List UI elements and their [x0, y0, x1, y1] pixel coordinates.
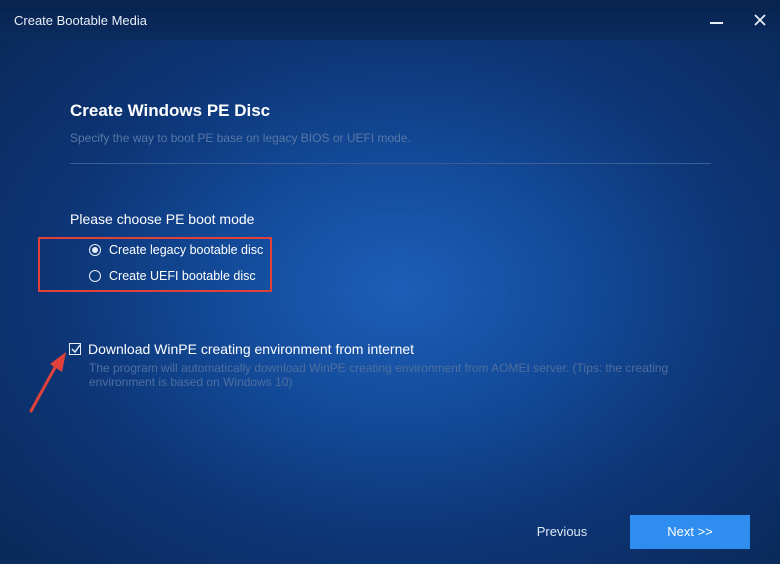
minimize-icon	[710, 22, 723, 24]
window-title: Create Bootable Media	[14, 13, 147, 28]
radio-legacy-bootable[interactable]: Create legacy bootable disc	[89, 243, 263, 257]
title-bar: Create Bootable Media	[0, 0, 780, 40]
boot-mode-label: Please choose PE boot mode	[70, 211, 255, 227]
radio-legacy-label: Create legacy bootable disc	[109, 243, 264, 257]
download-description: The program will automatically download …	[89, 361, 669, 389]
minimize-button[interactable]	[704, 8, 728, 32]
checkbox-checked-icon	[69, 343, 81, 355]
annotation-arrow-icon	[29, 352, 66, 413]
radio-selected-icon	[89, 244, 101, 256]
radio-uefi-label: Create UEFI bootable disc	[109, 269, 256, 283]
close-icon	[754, 14, 766, 26]
download-winpe-checkbox[interactable]: Download WinPE creating environment from…	[69, 341, 414, 357]
header-divider	[70, 163, 711, 164]
page-title: Create Windows PE Disc	[70, 101, 271, 120]
next-button[interactable]: Next >>	[630, 515, 750, 549]
create-bootable-media-window: Create Bootable Media Create Windows PE …	[0, 0, 780, 564]
radio-uefi-bootable[interactable]: Create UEFI bootable disc	[89, 269, 256, 283]
previous-button[interactable]: Previous	[520, 516, 604, 548]
radio-unselected-icon	[89, 270, 101, 282]
download-winpe-label: Download WinPE creating environment from…	[88, 341, 415, 357]
close-button[interactable]	[748, 8, 772, 32]
page-subtitle: Specify the way to boot PE base on legac…	[70, 131, 411, 145]
